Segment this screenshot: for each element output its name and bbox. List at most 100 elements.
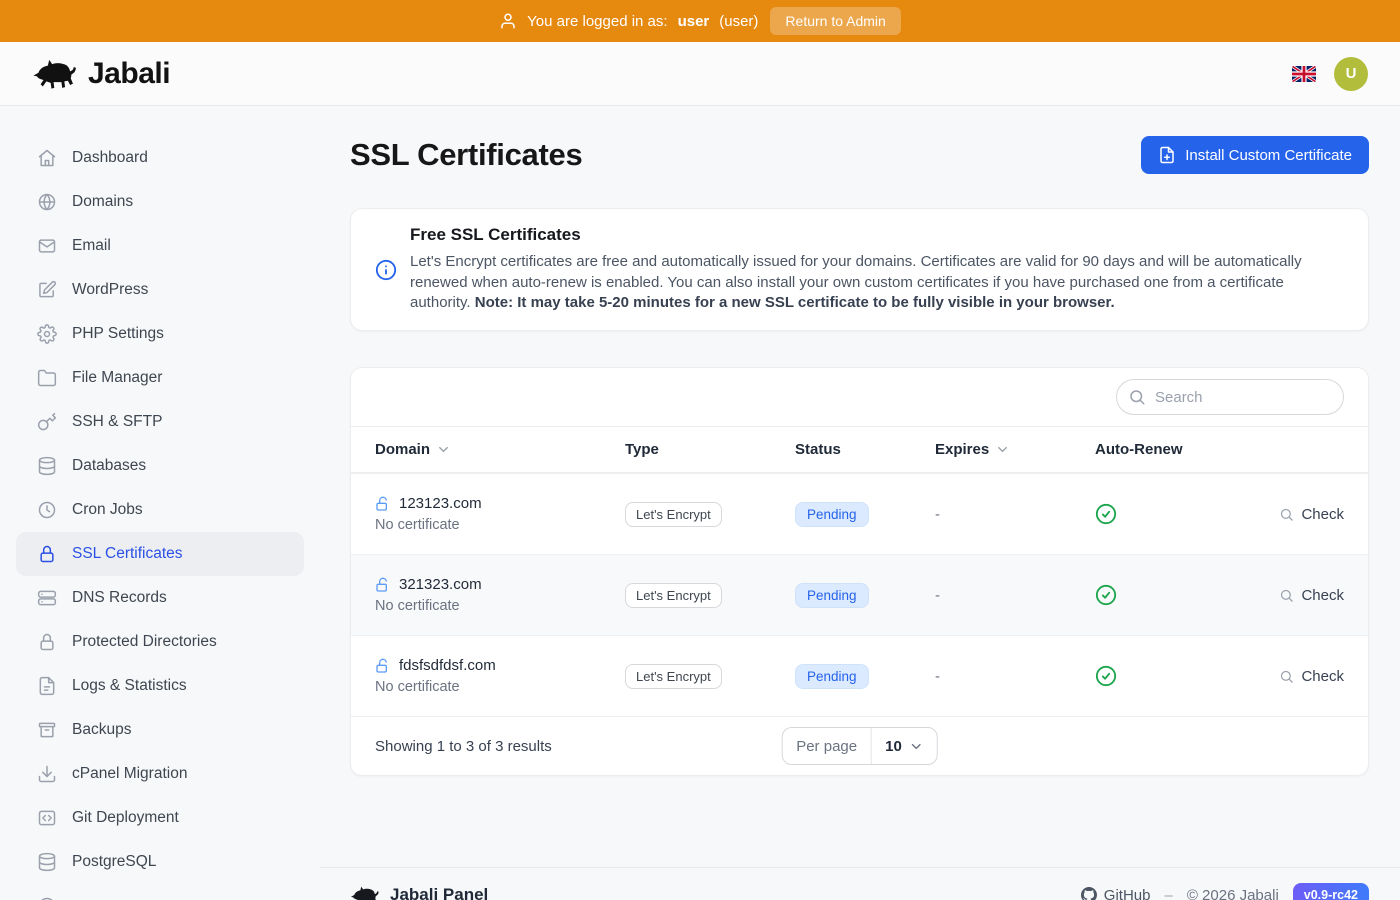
results-summary: Showing 1 to 3 of 3 results bbox=[375, 738, 552, 755]
unlock-icon bbox=[375, 577, 391, 593]
chevron-down-icon bbox=[909, 739, 924, 754]
free-ssl-info-box: Free SSL Certificates Let's Encrypt cert… bbox=[350, 208, 1369, 331]
certificate-status-subtitle: No certificate bbox=[375, 517, 625, 533]
auto-renew-enabled-icon bbox=[1095, 503, 1117, 525]
return-to-admin-button[interactable]: Return to Admin bbox=[770, 7, 900, 35]
sidebar-item-label: Dashboard bbox=[72, 149, 148, 167]
check-button[interactable]: Check bbox=[1279, 506, 1344, 523]
sidebar-item-protected-directories[interactable]: Protected Directories bbox=[16, 620, 304, 664]
status-badge: Pending bbox=[795, 664, 869, 689]
auto-renew-enabled-icon bbox=[1095, 584, 1117, 606]
info-box-body: Let's Encrypt certificates are free and … bbox=[410, 252, 1340, 314]
search-icon bbox=[1279, 669, 1294, 684]
column-header-expires[interactable]: Expires bbox=[935, 441, 1095, 458]
sidebar-item-databases[interactable]: Databases bbox=[16, 444, 304, 488]
sidebar-item-cron-jobs[interactable]: Cron Jobs bbox=[16, 488, 304, 532]
user-avatar[interactable]: U bbox=[1334, 57, 1368, 91]
circle-icon bbox=[37, 896, 57, 900]
footer-brand-name: Jabali Panel bbox=[390, 885, 488, 900]
check-button[interactable]: Check bbox=[1279, 587, 1344, 604]
uk-flag-icon[interactable] bbox=[1292, 66, 1316, 82]
sidebar-item-label: DNS Records bbox=[72, 589, 167, 607]
info-icon bbox=[375, 259, 397, 281]
domain-name: 123123.com bbox=[399, 495, 482, 512]
lock-icon bbox=[37, 544, 57, 564]
key-icon bbox=[37, 412, 57, 432]
sidebar-item-label: WordPress bbox=[72, 281, 148, 299]
search-input[interactable] bbox=[1116, 379, 1344, 415]
app-header: Jabali U bbox=[0, 42, 1400, 106]
per-page-control: Per page 10 bbox=[781, 727, 938, 765]
file-text-icon bbox=[37, 676, 57, 696]
impersonation-bar: You are logged in as: user (user) Return… bbox=[0, 0, 1400, 42]
column-header-domain[interactable]: Domain bbox=[375, 441, 625, 458]
page-title: SSL Certificates bbox=[350, 137, 582, 173]
sidebar-item-git-deployment[interactable]: Git Deployment bbox=[16, 796, 304, 840]
install-button-label: Install Custom Certificate bbox=[1185, 147, 1352, 164]
brand-logo[interactable]: Jabali bbox=[32, 57, 170, 91]
search-icon bbox=[1279, 507, 1294, 522]
column-header-auto-renew: Auto-Renew bbox=[1095, 441, 1224, 458]
sidebar-item-label: cPanel Migration bbox=[72, 765, 187, 783]
database-icon bbox=[37, 456, 57, 476]
globe-icon bbox=[37, 192, 57, 212]
sidebar-item-ssh-sftp[interactable]: SSH & SFTP bbox=[16, 400, 304, 444]
archive-icon bbox=[37, 720, 57, 740]
type-badge: Let's Encrypt bbox=[625, 664, 722, 689]
sidebar-item-domains[interactable]: Domains bbox=[16, 180, 304, 224]
table-header-row: Domain Type Status Expires Auto-Renew bbox=[351, 426, 1368, 473]
expires-value: - bbox=[935, 668, 1095, 685]
folder-icon bbox=[37, 368, 57, 388]
chevron-down-icon bbox=[995, 442, 1010, 457]
domain-name: 321323.com bbox=[399, 576, 482, 593]
logged-in-role: (user) bbox=[719, 13, 758, 30]
sidebar-item-label: Logs & Statistics bbox=[72, 677, 187, 695]
info-box-note: Note: It may take 5-20 minutes for a new… bbox=[475, 294, 1115, 311]
sidebar-item-dns-records[interactable]: DNS Records bbox=[16, 576, 304, 620]
table-row: 123123.com No certificate Let's Encrypt … bbox=[351, 473, 1368, 554]
file-plus-icon bbox=[1158, 146, 1176, 164]
sidebar-item-backups[interactable]: Backups bbox=[16, 708, 304, 752]
lock-icon bbox=[37, 632, 57, 652]
sidebar-item-wordpress[interactable]: WordPress bbox=[16, 268, 304, 312]
sidebar-item-label: File Manager bbox=[72, 369, 162, 387]
info-box-title: Free SSL Certificates bbox=[410, 225, 1340, 245]
install-custom-certificate-button[interactable]: Install Custom Certificate bbox=[1141, 136, 1369, 174]
sidebar-item-label: Protected Directories bbox=[72, 633, 217, 651]
search-icon bbox=[1128, 388, 1146, 406]
check-button[interactable]: Check bbox=[1279, 668, 1344, 685]
page-footer: Jabali Panel GitHub – © 2026 Jabali v0.9… bbox=[320, 867, 1400, 900]
github-link[interactable]: GitHub bbox=[1081, 887, 1151, 900]
copyright-text: © 2026 Jabali bbox=[1187, 887, 1279, 900]
sidebar-item-dashboard[interactable]: Dashboard bbox=[16, 136, 304, 180]
logged-in-status: You are logged in as: user (user) bbox=[499, 12, 758, 30]
brand-name: Jabali bbox=[88, 57, 170, 91]
expires-value: - bbox=[935, 587, 1095, 604]
sidebar-nav: Dashboard Domains Email WordPress PHP Se… bbox=[0, 106, 320, 900]
mail-icon bbox=[37, 236, 57, 256]
unlock-icon bbox=[375, 658, 391, 674]
sidebar-item-file-manager[interactable]: File Manager bbox=[16, 356, 304, 400]
sidebar-item-email[interactable]: Email bbox=[16, 224, 304, 268]
sidebar-item-label: Email bbox=[72, 237, 111, 255]
boar-logo-icon bbox=[32, 57, 78, 90]
sidebar-item-label: PHP Settings bbox=[72, 325, 164, 343]
server-icon bbox=[37, 588, 57, 608]
column-header-type: Type bbox=[625, 441, 795, 458]
table-row: fdsfsdfdsf.com No certificate Let's Encr… bbox=[351, 635, 1368, 716]
sidebar-item-logs-statistics[interactable]: Logs & Statistics bbox=[16, 664, 304, 708]
sidebar-item-postgresql[interactable]: PostgreSQL bbox=[16, 840, 304, 884]
chevron-down-icon bbox=[436, 442, 451, 457]
type-badge: Let's Encrypt bbox=[625, 502, 722, 527]
boar-logo-icon bbox=[350, 885, 380, 900]
per-page-select[interactable]: 10 bbox=[871, 728, 937, 764]
sidebar-item-label: Git Deployment bbox=[72, 809, 179, 827]
sidebar-item-ssl-certificates[interactable]: SSL Certificates bbox=[16, 532, 304, 576]
unlock-icon bbox=[375, 496, 391, 512]
sidebar-item-cpanel-migration[interactable]: cPanel Migration bbox=[16, 752, 304, 796]
sidebar-item-php-settings[interactable]: PHP Settings bbox=[16, 312, 304, 356]
sidebar-item-label: Backups bbox=[72, 721, 131, 739]
certificate-status-subtitle: No certificate bbox=[375, 679, 625, 695]
certificate-status-subtitle: No certificate bbox=[375, 598, 625, 614]
sidebar-item-partial[interactable] bbox=[16, 884, 304, 900]
